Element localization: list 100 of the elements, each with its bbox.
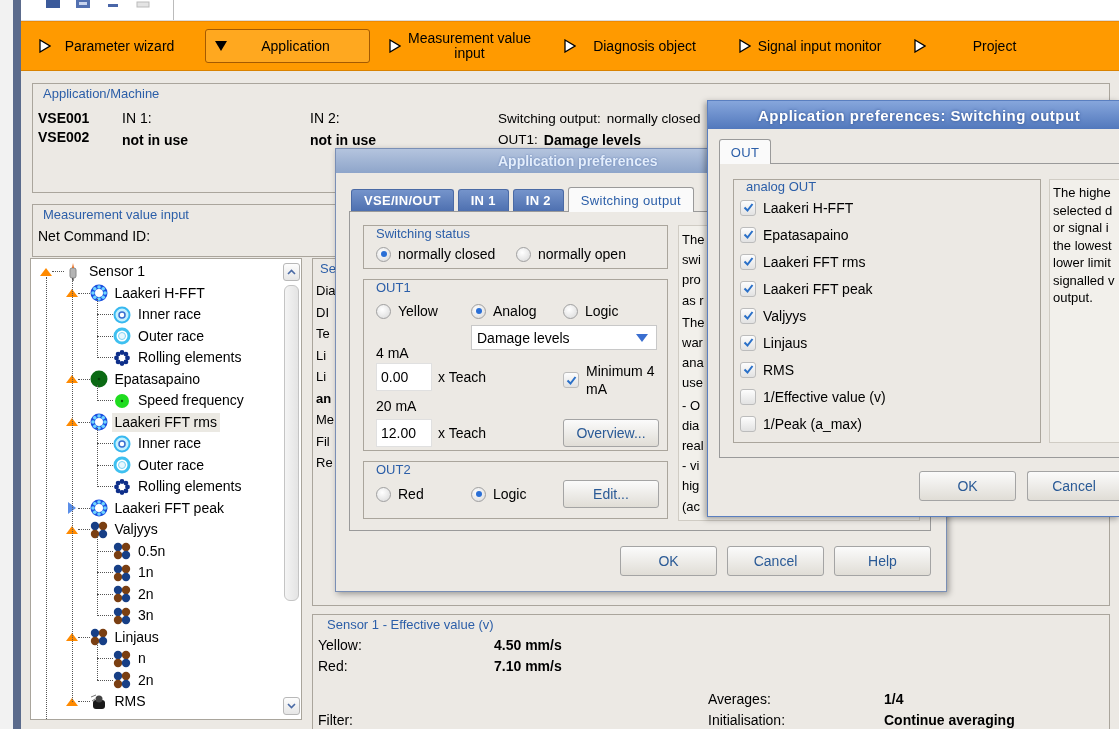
checkbox[interactable] — [740, 361, 756, 378]
ring-icon — [113, 327, 131, 346]
tree-item[interactable]: Laakeri FFT rms — [111, 412, 220, 432]
checkbox-option[interactable]: 1/Effective value (v) — [740, 388, 886, 405]
checkbox[interactable] — [740, 334, 756, 351]
description-text: hig — [682, 477, 700, 496]
nav-tab[interactable]: Measurement value input — [380, 29, 545, 63]
input-value: not in use — [310, 132, 378, 148]
tree-item[interactable]: Epatasapaino — [111, 369, 204, 389]
description-text: output. — [1053, 289, 1093, 307]
dropdown[interactable]: Damage levels — [471, 325, 657, 350]
tab[interactable]: OUT — [719, 139, 771, 164]
nav-tab[interactable]: Signal input monitor — [730, 29, 895, 63]
nav-tab[interactable]: Diagnosis object — [555, 29, 720, 63]
tree-item[interactable]: Inner race — [135, 434, 205, 454]
tree-item[interactable]: 2n — [135, 584, 157, 604]
checkbox-option[interactable]: Linjaus — [740, 334, 808, 351]
radio-option[interactable]: Logic — [563, 303, 619, 319]
tree-item[interactable]: 2n — [135, 670, 157, 690]
tree-item[interactable]: 3n — [135, 606, 157, 626]
radio-button[interactable] — [376, 246, 391, 262]
tree-item[interactable]: Valjyys — [111, 520, 161, 540]
overview-button[interactable]: Overview... — [563, 419, 659, 447]
field-value: 4.50 mm/s — [494, 636, 563, 655]
checkbox-option[interactable]: Laakeri H-FFT — [740, 199, 854, 216]
dialog-button[interactable]: Help — [834, 546, 931, 576]
checkbox-option[interactable]: Laakeri FFT peak — [740, 280, 873, 297]
field-label: Red: — [318, 657, 349, 676]
radio-button[interactable] — [516, 246, 531, 262]
checkbox-option[interactable]: 1/Peak (a_max) — [740, 415, 862, 432]
checkbox[interactable] — [740, 226, 756, 243]
checkbox[interactable] — [740, 388, 756, 405]
checkbox[interactable] — [740, 253, 756, 270]
edit-button[interactable]: Edit... — [563, 480, 659, 508]
radio-button[interactable] — [376, 486, 391, 502]
tab[interactable]: Switching output — [567, 187, 694, 212]
checkbox[interactable] — [740, 307, 756, 324]
dialog-button[interactable]: Cancel — [727, 546, 824, 576]
tree-item[interactable]: Laakeri H-FFT — [111, 283, 208, 303]
input-value: not in use — [122, 132, 190, 148]
checkbox[interactable] — [740, 415, 756, 432]
tree-toggle[interactable] — [65, 631, 78, 644]
scrollbar-thumb[interactable] — [284, 285, 299, 601]
caret-down-icon — [636, 333, 648, 342]
toolbar-icon[interactable] — [75, 0, 91, 9]
radio-button[interactable] — [471, 303, 486, 319]
input-field[interactable]: 12.00 — [376, 419, 432, 447]
tab[interactable]: IN 2 — [512, 189, 564, 211]
output-value: normally closed — [606, 110, 701, 126]
checkbox[interactable] — [740, 199, 756, 216]
tree-toggle[interactable] — [65, 287, 78, 300]
tree-toggle[interactable] — [65, 373, 78, 386]
tree-item[interactable]: Speed frequency — [135, 391, 247, 411]
tree-item[interactable]: Linjaus — [111, 627, 162, 647]
dots-icon — [113, 649, 131, 668]
nav-tab[interactable]: Project — [905, 29, 1070, 63]
dialog-button[interactable]: Cancel — [1027, 471, 1119, 501]
description-text: war — [682, 334, 703, 352]
radio-option[interactable]: normally open — [516, 246, 626, 262]
tree-item[interactable]: RMS — [111, 692, 149, 712]
tree-toggle[interactable] — [65, 502, 78, 515]
radio-option[interactable]: Red — [376, 486, 471, 502]
checkbox-option[interactable]: Laakeri FFT rms — [740, 253, 866, 270]
checkbox[interactable] — [740, 280, 756, 297]
radio-button[interactable] — [563, 303, 578, 319]
bead-ring-icon — [113, 348, 131, 367]
tree-item[interactable]: n — [135, 649, 149, 669]
checkbox[interactable] — [563, 372, 579, 388]
tree-item[interactable]: Rolling elements — [135, 477, 245, 497]
checkbox-option[interactable]: RMS — [740, 361, 795, 378]
tree-item[interactable]: Outer race — [135, 455, 208, 475]
radio-option[interactable]: Logic — [471, 486, 563, 502]
tree-item[interactable]: Sensor 1 — [86, 262, 149, 282]
tab[interactable]: IN 1 — [457, 189, 509, 211]
checkbox-option[interactable]: Minimum 4 mA — [563, 362, 656, 398]
tree-item[interactable]: 1n — [135, 563, 157, 583]
input-field[interactable]: 0.00 — [376, 363, 432, 391]
radio-option[interactable]: normally closed — [376, 246, 516, 262]
scroll-down-button[interactable] — [283, 697, 300, 715]
nav-tab[interactable]: Parameter wizard — [30, 29, 195, 63]
radio-option[interactable]: Yellow — [376, 303, 438, 319]
radio-option[interactable]: Analog — [471, 303, 537, 319]
radio-button[interactable] — [376, 303, 391, 319]
tree-toggle[interactable] — [65, 416, 78, 429]
tab[interactable]: VSE/IN/OUT — [351, 189, 454, 211]
tree-item[interactable]: Rolling elements — [135, 348, 245, 368]
checkbox-option[interactable]: Epatasapaino — [740, 226, 849, 243]
tree-item[interactable]: Laakeri FFT peak — [111, 498, 227, 518]
dialog-button[interactable]: OK — [919, 471, 1016, 501]
radio-button[interactable] — [471, 486, 486, 502]
disc-icon — [113, 391, 131, 410]
checkbox-option[interactable]: Valjyys — [740, 307, 807, 324]
tree-item[interactable]: 0.5n — [135, 541, 169, 561]
tree-item[interactable]: Outer race — [135, 326, 208, 346]
tree-item[interactable]: Inner race — [135, 305, 205, 325]
triangle-right-icon — [564, 39, 576, 53]
dialog-button[interactable]: OK — [620, 546, 717, 576]
scroll-up-button[interactable] — [283, 263, 300, 281]
toolbar-icon[interactable] — [45, 0, 61, 9]
nav-tab[interactable]: Application — [205, 29, 370, 63]
